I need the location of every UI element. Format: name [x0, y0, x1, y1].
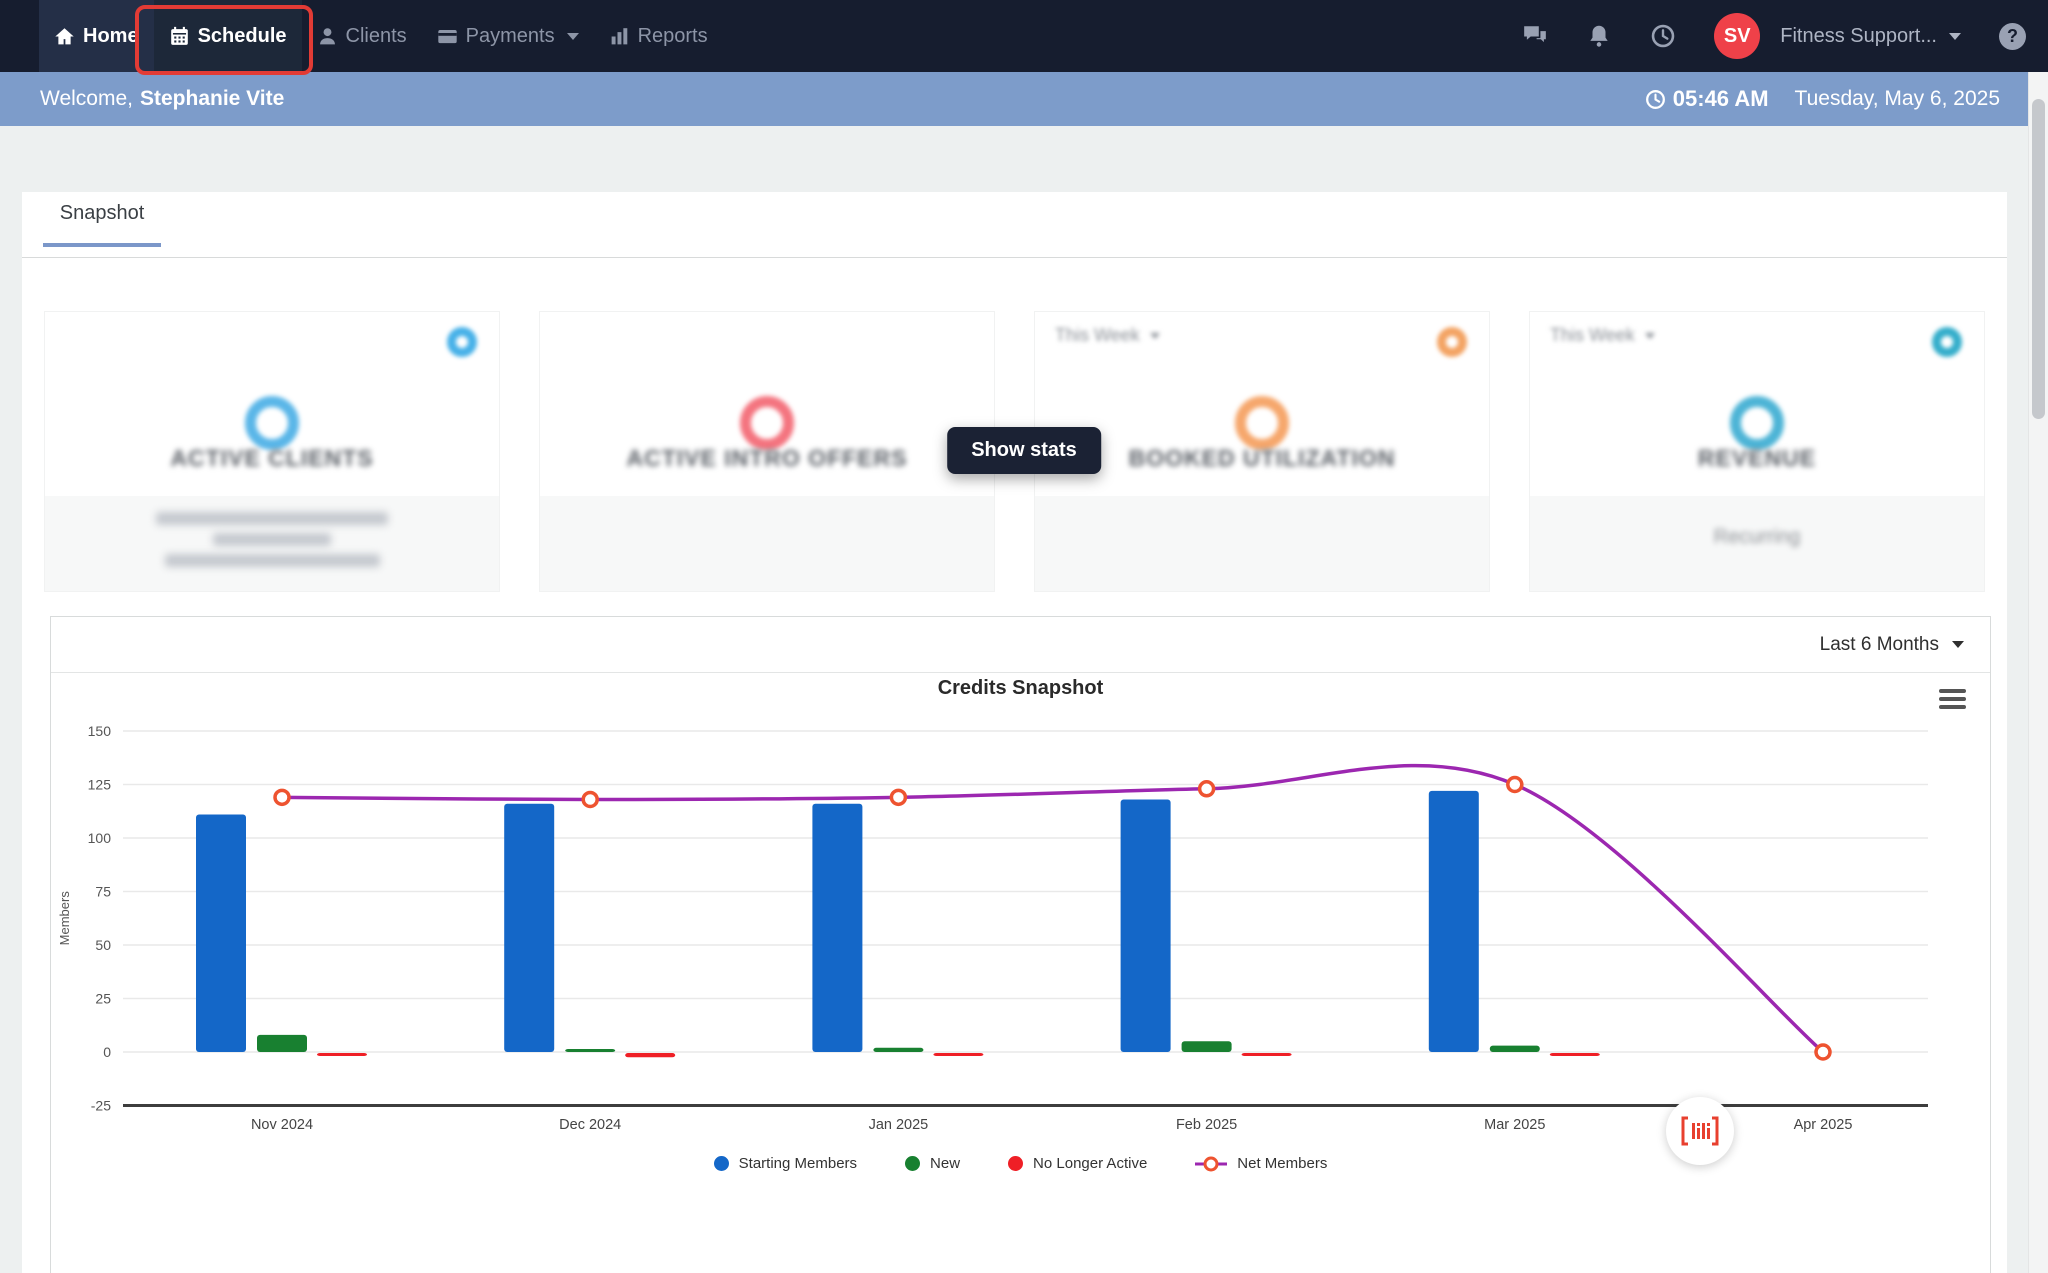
period-selector[interactable]: This Week — [1055, 325, 1160, 346]
welcome-message: Welcome, Stephanie Vite — [40, 87, 284, 111]
chart-menu-icon[interactable] — [1939, 689, 1966, 709]
chat-icon[interactable] — [1522, 23, 1548, 49]
svg-text:150: 150 — [88, 723, 112, 739]
credit-card-icon — [437, 29, 457, 43]
stat-card-title: ACTIVE CLIENTS — [170, 445, 374, 471]
svg-text:Members: Members — [57, 891, 72, 946]
stat-ring — [245, 396, 299, 450]
svg-text:25: 25 — [95, 991, 111, 1007]
date-label: Tuesday, May 6, 2025 — [1794, 87, 2000, 110]
caret-down-icon — [1644, 332, 1655, 339]
svg-text:Feb 2025: Feb 2025 — [1176, 1117, 1237, 1133]
welcome-bar: Welcome, Stephanie Vite 05:46 AM Tuesday… — [0, 72, 2048, 126]
bell-icon[interactable] — [1586, 23, 1612, 49]
account-menu[interactable]: Fitness Support... — [1780, 25, 1961, 48]
date-range-selector[interactable]: Last 6 Months — [1820, 634, 1964, 656]
person-icon — [319, 27, 335, 44]
nav-item-clients[interactable]: Clients — [302, 0, 422, 72]
legend-item-net-members[interactable]: Net Members — [1195, 1155, 1327, 1172]
svg-text:125: 125 — [88, 777, 112, 793]
nav-item-label: Payments — [465, 24, 555, 47]
svg-text:Nov 2024: Nov 2024 — [251, 1117, 313, 1133]
stat-ring — [740, 396, 794, 450]
barcode-scan-badge[interactable] — [1666, 1097, 1734, 1165]
nav-item-payments[interactable]: Payments — [422, 0, 594, 72]
stat-card-title: ACTIVE INTRO OFFERS — [626, 445, 908, 471]
calendar-icon — [170, 26, 188, 45]
stat-card-title: REVENUE — [1697, 445, 1817, 471]
svg-text:50: 50 — [95, 937, 111, 953]
time-label: 05:46 AM — [1672, 86, 1769, 111]
scrollbar-thumb[interactable] — [2032, 99, 2045, 419]
legend-dot — [713, 1156, 729, 1171]
legend-dot — [905, 1156, 921, 1171]
stat-ring — [1730, 396, 1784, 450]
svg-text:75: 75 — [95, 884, 111, 900]
nav-right-tools: SV Fitness Support... ? — [1522, 0, 2048, 72]
current-time: 05:46 AM — [1645, 86, 1769, 112]
svg-text:-25: -25 — [91, 1098, 111, 1114]
help-icon[interactable]: ? — [1999, 22, 2026, 50]
blurred-footer-text — [45, 496, 499, 567]
bar-chart-icon — [611, 27, 627, 44]
svg-text:Jan 2025: Jan 2025 — [869, 1117, 929, 1133]
caret-down-icon — [1149, 332, 1160, 339]
nav-items: Home Schedule Clients Payments Reports — [0, 0, 723, 75]
greeting-prefix: Welcome, — [40, 87, 133, 110]
nav-item-label: Clients — [345, 24, 407, 47]
page-scrollbar — [2028, 72, 2048, 1273]
gear-icon[interactable] — [447, 327, 477, 357]
nav-item-label: Reports — [637, 24, 708, 47]
legend-item-new[interactable]: New — [905, 1155, 960, 1172]
legend-item-starting-members[interactable]: Starting Members — [713, 1155, 857, 1172]
svg-text:Dec 2024: Dec 2024 — [559, 1117, 621, 1133]
revenue-footer-label: Recurring — [1713, 526, 1801, 548]
nav-item-label: Home — [83, 24, 139, 47]
svg-text:0: 0 — [103, 1044, 111, 1060]
avatar[interactable]: SV — [1714, 13, 1761, 59]
home-icon — [55, 27, 74, 44]
legend-item-no-longer-active[interactable]: No Longer Active — [1008, 1155, 1147, 1172]
nav-item-reports[interactable]: Reports — [594, 0, 723, 72]
svg-text:100: 100 — [88, 830, 112, 846]
caret-down-icon — [1949, 32, 1961, 40]
user-name: Stephanie Vite — [139, 87, 285, 110]
legend-line-marker — [1195, 1156, 1228, 1171]
content-panel: Snapshot ACTIVE CLIENTS ACTIVE INTRO OFF… — [22, 192, 2007, 1273]
credits-snapshot-panel: Last 6 Months Credits Snapshot 150 125 100… — [50, 616, 1991, 1273]
legend-dot — [1008, 1156, 1024, 1171]
caret-down-icon — [1952, 641, 1964, 648]
blurred-text-line — [213, 533, 331, 546]
account-label: Fitness Support... — [1780, 24, 1937, 47]
caret-down-icon — [566, 32, 579, 40]
history-clock-icon[interactable] — [1650, 23, 1676, 49]
top-navbar: Home Schedule Clients Payments Reports S… — [0, 0, 2048, 75]
chart-title: Credits Snapshot — [937, 677, 1104, 699]
stat-ring — [1235, 396, 1289, 450]
stat-card-revenue: This Week REVENUE Recurring — [1529, 311, 1985, 592]
credits-snapshot-chart: 150 125 100 75 50 25 0 -25 Members Nov 2024 Dec 20… — [57, 723, 1928, 1133]
clock-icon — [1645, 89, 1665, 109]
blurred-text-line — [164, 554, 380, 567]
tab-divider — [22, 257, 2007, 258]
nav-item-label: Schedule — [197, 24, 287, 47]
barcode-icon — [1681, 1116, 1719, 1146]
nav-item-home[interactable]: Home — [39, 0, 154, 72]
gear-icon[interactable] — [1437, 327, 1467, 357]
blurred-text-line — [156, 512, 388, 525]
gear-icon[interactable] — [1932, 327, 1962, 357]
welcome-datetime: 05:46 AM Tuesday, May 6, 2025 — [1645, 86, 2000, 112]
svg-text:Apr 2025: Apr 2025 — [1794, 1117, 1853, 1133]
show-stats-button[interactable]: Show stats — [947, 427, 1101, 474]
stat-card-active-intro-offers: ACTIVE INTRO OFFERS — [539, 311, 995, 592]
svg-text:Mar 2025: Mar 2025 — [1484, 1117, 1545, 1133]
tab-snapshot[interactable]: Snapshot — [43, 192, 161, 247]
stat-card-booked-utilization: This Week BOOKED UTILIZATION — [1034, 311, 1490, 592]
period-selector[interactable]: This Week — [1550, 325, 1655, 346]
stat-card-active-clients: ACTIVE CLIENTS — [44, 311, 500, 592]
stat-card-title: BOOKED UTILIZATION — [1128, 445, 1396, 471]
nav-item-schedule[interactable]: Schedule — [134, 0, 313, 75]
